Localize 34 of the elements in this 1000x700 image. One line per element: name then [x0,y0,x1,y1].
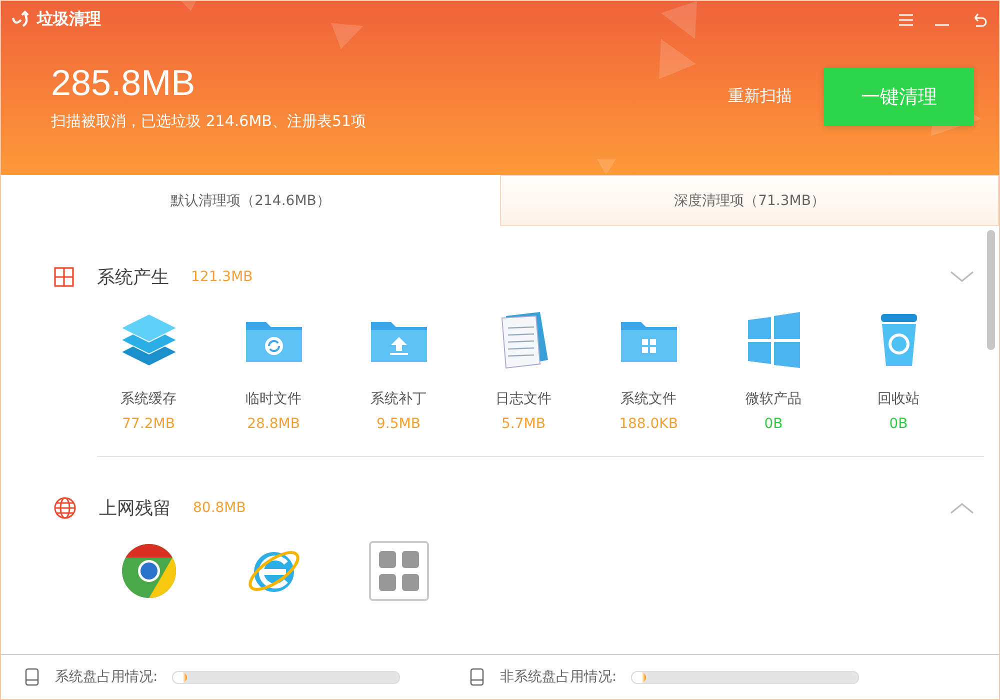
item-name: 微软产品 [746,390,802,408]
window-title: 垃圾清理 [37,9,101,30]
drive-icon [470,668,484,686]
scan-status: 扫描被取消，已选垃圾 214.6MB、注册表51项 [51,112,366,131]
disk-usage-label: 非系统盘占用情况: [500,668,617,686]
chevron-up-icon[interactable] [950,502,974,514]
windows-logo-icon [53,266,75,288]
drive-icon [25,668,39,686]
item-name: 回收站 [878,390,920,408]
tab[interactable]: 深度清理项（71.3MB） [500,175,999,226]
app-grid-icon [368,541,428,601]
section-title: 系统产生 [97,266,169,289]
globe-icon [53,496,77,520]
section-size: 80.8MB [193,500,246,516]
section-size: 121.3MB [191,269,253,285]
disk-usage-label: 系统盘占用情况: [55,668,158,686]
section-title: 上网残留 [99,497,171,520]
scrollbar-thumb[interactable] [987,230,995,350]
item-size: 188.0KB [619,416,678,432]
item-size: 77.2MB [122,416,175,432]
item-name: 系统文件 [620,390,676,408]
logo-icon [11,10,31,30]
item-name: 临时文件 [246,390,302,408]
item-size: 0B [764,416,783,432]
item-size: 5.7MB [502,416,546,432]
item-size: 28.8MB [247,416,300,432]
item-size: 9.5MB [376,416,420,432]
total-size: 285.8MB [51,62,196,104]
item-name: 系统补丁 [370,390,426,408]
item-size: 0B [889,416,908,432]
item-name: 日志文件 [496,390,552,408]
menu-icon[interactable] [899,14,913,26]
item-name: 系统缓存 [120,390,176,408]
chevron-down-icon[interactable] [950,271,974,283]
